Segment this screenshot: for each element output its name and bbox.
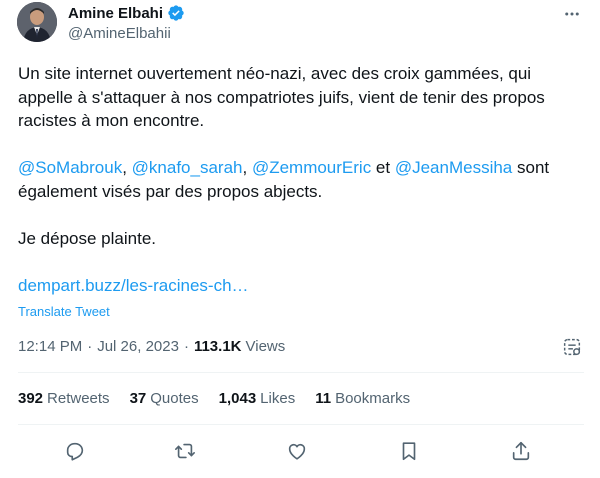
retweets-label: Retweets xyxy=(47,390,110,407)
mention-link[interactable]: @SoMabrouk xyxy=(18,158,122,177)
like-icon[interactable] xyxy=(286,440,308,462)
reply-icon[interactable] xyxy=(64,440,86,462)
bookmarks-label: Bookmarks xyxy=(335,390,411,407)
mention-link[interactable]: @ZemmourEric xyxy=(252,158,371,177)
tweet-date[interactable]: Jul 26, 2023 xyxy=(97,338,179,355)
retweets-count: 392 xyxy=(18,390,44,407)
retweets-stat[interactable]: 392 Retweets xyxy=(18,390,110,407)
tweet-stats: 392 Retweets 37 Quotes 1,043 Likes 11 Bookma… xyxy=(18,390,430,407)
mention-separator: , xyxy=(242,158,252,177)
mention-separator: et xyxy=(371,158,395,177)
action-bar xyxy=(0,432,600,472)
views-label: Views xyxy=(245,338,286,355)
mention-link[interactable]: @knafo_sarah xyxy=(132,158,243,177)
mention-separator: , xyxy=(122,158,132,177)
external-link[interactable]: dempart.buzz/les-racines-ch… xyxy=(18,276,249,295)
divider xyxy=(18,372,584,373)
bookmarks-count: 11 xyxy=(315,390,332,407)
bookmarks-stat[interactable]: 11 Bookmarks xyxy=(315,390,410,407)
author-handle[interactable]: @AmineElbahii xyxy=(68,25,185,42)
quotes-count: 37 xyxy=(129,390,147,407)
tweet-time[interactable]: 12:14 PM xyxy=(18,338,82,355)
views-count: 113.1K xyxy=(193,338,242,355)
verified-badge-icon[interactable] xyxy=(167,4,185,22)
likes-label: Likes xyxy=(260,390,296,407)
divider xyxy=(18,424,584,425)
author-name[interactable]: Amine Elbahi xyxy=(68,5,163,22)
author-block: Amine Elbahi @AmineElbahii xyxy=(68,3,185,42)
tweet-meta: 12:14 PM · Jul 26, 2023 · 113.1K Views xyxy=(18,338,285,355)
tweet-paragraph-1: Un site internet ouvertement néo-nazi, a… xyxy=(18,64,545,130)
avatar-image xyxy=(17,2,57,42)
quotes-label: Quotes xyxy=(150,390,199,407)
translate-tweet-link[interactable]: Translate Tweet xyxy=(18,304,110,319)
likes-stat[interactable]: 1,043 Likes xyxy=(219,390,296,407)
bookmark-icon[interactable] xyxy=(398,440,420,462)
analytics-icon[interactable] xyxy=(561,336,583,358)
more-options-icon[interactable] xyxy=(562,4,582,24)
likes-count: 1,043 xyxy=(218,390,257,407)
avatar[interactable] xyxy=(17,2,57,42)
tweet-paragraph-3: Je dépose plainte. xyxy=(18,228,156,248)
tweet-text: Un site internet ouvertement néo-nazi, a… xyxy=(18,62,584,321)
mention-link[interactable]: @JeanMessiha xyxy=(395,158,512,177)
retweet-icon[interactable] xyxy=(174,440,196,462)
tweet: Amine Elbahi @AmineElbahii Un site inter… xyxy=(0,0,600,478)
tweet-link-paragraph: dempart.buzz/les-racines-ch… xyxy=(18,274,584,298)
meta-separator: · xyxy=(183,338,189,355)
share-icon[interactable] xyxy=(510,440,532,462)
quotes-stat[interactable]: 37 Quotes xyxy=(130,390,199,407)
name-row: Amine Elbahi xyxy=(68,3,185,23)
tweet-paragraph-2: @SoMabrouk, @knafo_sarah, @ZemmourEric e… xyxy=(18,156,584,203)
meta-separator: · xyxy=(87,338,93,355)
